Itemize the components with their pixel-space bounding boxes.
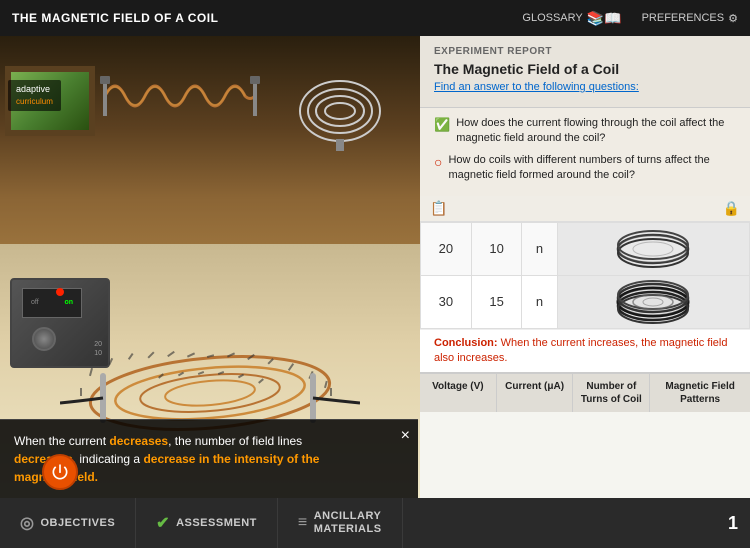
equipment-knob (32, 327, 56, 351)
gear-icon (728, 12, 738, 25)
power-button[interactable] (42, 454, 78, 490)
ancillary-icon: ≡ (298, 514, 308, 532)
top-bar: THE MAGNETIC FIELD OF A COIL GLOSSARY 📚 … (0, 0, 750, 36)
current-header: Current (μA) (497, 374, 574, 412)
questions-section: ✅ How does the current flowing through t… (420, 108, 750, 196)
conclusion-label: Conclusion: (434, 337, 498, 349)
data-table-area: 📋 🔒 20 10 n (420, 196, 750, 413)
page-title: THE MAGNETIC FIELD OF A COIL (12, 11, 218, 25)
ancillary-label: ANCILLARY MATERIALS (314, 510, 382, 536)
voltage-cell-2: 30 (421, 275, 472, 328)
top-bar-actions: GLOSSARY 📚 PREFERENCES (522, 10, 738, 27)
preferences-button[interactable]: PREFERENCES (642, 10, 738, 27)
bottom-navigation: ◎ OBJECTIVES ✔ ASSESSMENT ≡ ANCILLARY MA… (0, 498, 750, 548)
table-row: 20 10 n (421, 222, 750, 275)
wall-coil-spring (100, 66, 260, 126)
pattern-cell-2 (557, 275, 749, 328)
patterns-header: Magnetic Field Patterns (650, 374, 750, 412)
voltage-cell-1: 20 (421, 222, 472, 275)
column-headers: Voltage (V) Current (μA) Number of Turns… (420, 372, 750, 412)
coil-image-2 (613, 280, 693, 324)
preferences-label: PREFERENCES (642, 12, 725, 24)
question-2-icon: ○ (434, 154, 442, 170)
glossary-label: GLOSSARY (522, 12, 582, 24)
assessment-check-icon: ✔ (156, 513, 170, 533)
page-number: 1 (728, 513, 738, 534)
coil-image-1 (613, 227, 693, 271)
objectives-nav-item[interactable]: ◎ OBJECTIVES (0, 498, 136, 548)
assessment-label: ASSESSMENT (176, 517, 257, 529)
question-1-icon: ✅ (434, 117, 450, 133)
coil-pattern-1 (613, 227, 693, 271)
decrease-word1: decreases (109, 434, 168, 448)
ancillary-nav-item[interactable]: ≡ ANCILLARY MATERIALS (278, 498, 403, 548)
right-panel: EXPERIMENT REPORT The Magnetic Field of … (420, 36, 750, 498)
report-header: EXPERIMENT REPORT The Magnetic Field of … (420, 36, 750, 108)
question-1-text: How does the current flowing through the… (456, 116, 736, 147)
close-info-button[interactable]: × (401, 428, 410, 444)
question-1: ✅ How does the current flowing through t… (420, 116, 750, 147)
turns-header: Number of Turns of Coil (573, 374, 650, 412)
question-2: ○ How do coils with different numbers of… (420, 153, 750, 184)
conclusion-area: Conclusion: When the current increases, … (420, 329, 750, 373)
pattern-cell-1 (557, 222, 749, 275)
conclusion-text: Conclusion: When the current increases, … (434, 336, 736, 367)
off-label: off (31, 299, 39, 306)
current-cell-1: 10 (471, 222, 522, 275)
turns-cell-2: n (522, 275, 557, 328)
objectives-icon: ◎ (20, 513, 34, 533)
table-edit-icon[interactable]: 📋 (430, 200, 447, 217)
voltage-header: Voltage (V) (420, 374, 497, 412)
assessment-nav-item[interactable]: ✔ ASSESSMENT (136, 498, 278, 548)
experiment-table: 20 10 n (420, 222, 750, 329)
coil-pattern-2 (613, 280, 693, 324)
current-cell-2: 15 (471, 275, 522, 328)
turns-cell-1: n (522, 222, 557, 275)
objectives-label: OBJECTIVES (40, 517, 115, 529)
report-title: The Magnetic Field of a Coil (434, 61, 736, 77)
report-subtitle: Find an answer to the following question… (434, 81, 736, 93)
experiment-scene: off on 2010 (0, 36, 420, 498)
table-lock-icon[interactable]: 🔒 (723, 200, 740, 217)
on-label: on (64, 299, 73, 306)
table-row: 30 15 n (421, 275, 750, 328)
logo-text: adaptive curriculum (16, 84, 53, 107)
report-section-label: EXPERIMENT REPORT (434, 46, 736, 57)
question-2-text: How do coils with different numbers of t… (448, 153, 736, 184)
wall-flat-coil (290, 71, 390, 151)
logo: adaptive curriculum (8, 80, 61, 111)
glossary-icon: 📚 (587, 10, 622, 27)
table-toolbar: 📋 🔒 (420, 196, 750, 222)
glossary-button[interactable]: GLOSSARY 📚 (522, 10, 621, 27)
power-icon (50, 462, 70, 482)
